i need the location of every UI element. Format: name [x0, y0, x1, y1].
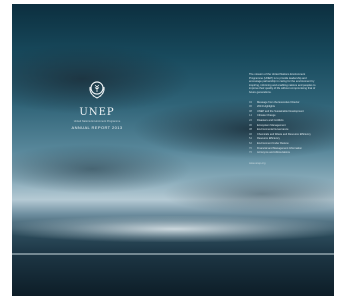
- page-frame: UNEP United Nations Environment Programm…: [0, 0, 345, 300]
- horizon-line: [12, 253, 334, 255]
- cloud-shape: [162, 174, 334, 214]
- toc-item[interactable]: 76 Acronyms and Abbreviations: [249, 151, 319, 156]
- table-of-contents: 04 Message from the Executive Director 06…: [249, 101, 319, 156]
- toc-title: Acronyms and Abbreviations: [257, 151, 290, 155]
- unep-acronym: UNEP: [79, 107, 115, 118]
- toc-page-number: 76: [249, 151, 252, 155]
- contents-column: The mission of the United Nations Enviro…: [249, 73, 319, 165]
- cloud-shape: [12, 144, 192, 194]
- organization-name: United Nations Environment Programme: [73, 120, 121, 123]
- report-title: ANNUAL REPORT 2013: [71, 125, 123, 130]
- mission-statement: The mission of the United Nations Enviro…: [249, 73, 316, 94]
- sea-area: [12, 254, 334, 296]
- report-cover: UNEP United Nations Environment Programm…: [12, 4, 334, 296]
- un-wreath-tree-icon: [89, 81, 105, 99]
- website-link[interactable]: www.unep.org: [249, 162, 319, 165]
- unep-logo-block: UNEP United Nations Environment Programm…: [64, 78, 130, 130]
- sky-light-band: [12, 216, 334, 242]
